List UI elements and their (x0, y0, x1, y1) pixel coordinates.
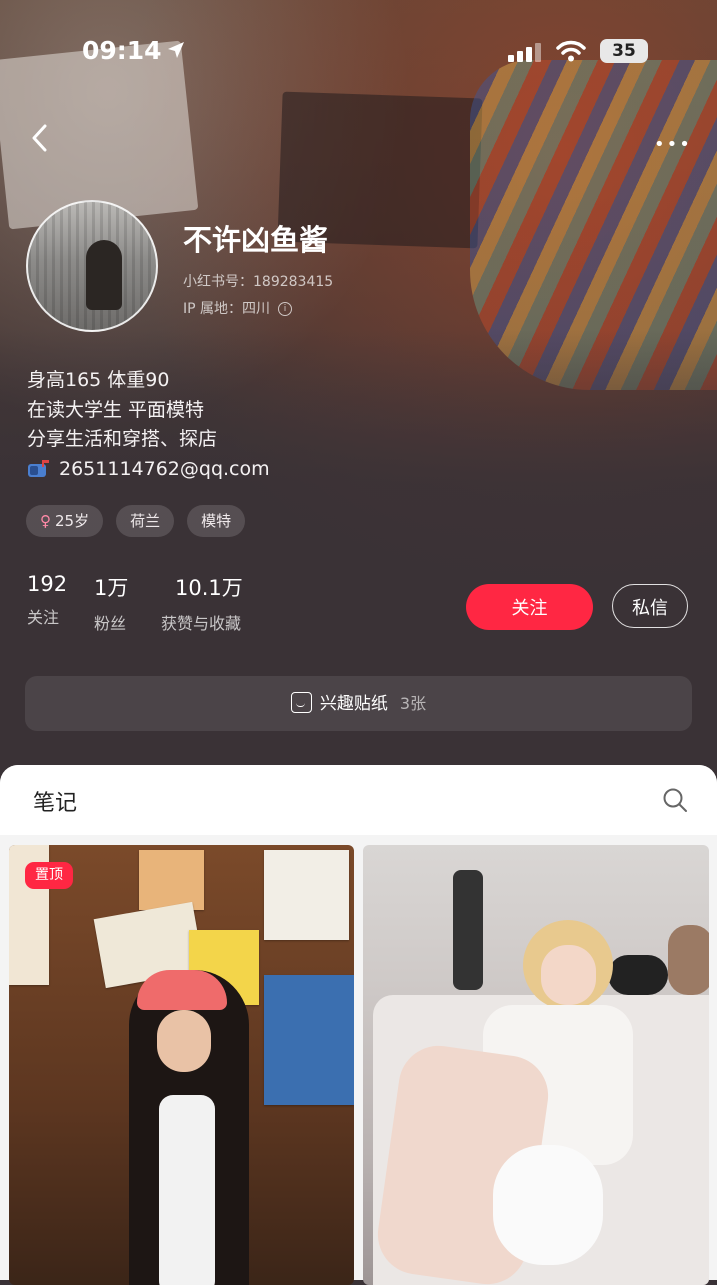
plush-toy (668, 925, 709, 995)
wall-poster (264, 975, 354, 1105)
wall-poster (139, 850, 204, 910)
wall-poster (264, 850, 349, 940)
tag-location: 荷兰 (116, 505, 175, 537)
info-icon[interactable]: i (278, 302, 293, 316)
email-text: 2651114762@qq.com (59, 457, 270, 480)
back-chevron-icon[interactable] (28, 122, 52, 154)
lamp (453, 870, 483, 990)
cat-plush (493, 1145, 603, 1265)
signal-icon (508, 43, 541, 62)
avatar-figure (86, 240, 122, 310)
location-arrow-icon (168, 42, 184, 58)
follow-button[interactable]: 关注 (466, 584, 593, 630)
person-hat (137, 970, 227, 1010)
mailbox-icon (28, 459, 49, 477)
bio-email-line: 2651114762@qq.com (27, 455, 270, 485)
notes-header: 笔记 (0, 765, 717, 835)
search-icon[interactable] (662, 787, 688, 813)
pinned-badge: 置顶 (25, 862, 73, 889)
person-face (541, 945, 596, 1005)
notes-panel: 笔记 置顶 (0, 765, 717, 1285)
stat-label: 粉丝 (94, 614, 127, 633)
bio-line: 身高165 体重90 (27, 369, 170, 391)
female-icon: ♀ (40, 512, 51, 530)
person-top (159, 1095, 215, 1285)
tag-gender-age: ♀ 25岁 (26, 505, 104, 537)
tab-notes[interactable]: 笔记 (33, 785, 77, 817)
bio-line: 分享生活和穿搭、探店 (27, 428, 218, 450)
stickers-label: 兴趣贴纸 (319, 694, 388, 714)
tag-age-text: 25岁 (55, 512, 90, 530)
profile-bio: 身高165 体重90 在读大学生 平面模特 分享生活和穿搭、探店 2651114… (27, 366, 270, 484)
stat-followers[interactable]: 1万 粉丝 (94, 572, 128, 634)
stat-value: 10.1万 (175, 576, 243, 600)
note-card[interactable] (363, 845, 709, 1285)
message-button[interactable]: 私信 (612, 584, 688, 628)
wifi-icon (556, 40, 586, 62)
bio-line: 在读大学生 平面模特 (27, 398, 205, 421)
profile-name: 不许凶鱼酱 (183, 223, 329, 257)
ip-location-text: IP 属地：四川 (183, 301, 271, 317)
note-card[interactable]: 置顶 (9, 845, 354, 1285)
profile-ip-location: IP 属地：四川 i (183, 298, 293, 318)
tag-occupation: 模特 (187, 505, 246, 537)
stat-value: 192 (27, 572, 68, 596)
profile-id: 小红书号：189283415 (183, 274, 334, 290)
avatar[interactable] (26, 200, 158, 332)
person-face (157, 1010, 211, 1072)
plush-toy (608, 955, 668, 995)
interest-stickers-bar[interactable]: 兴趣贴纸 3张 (25, 676, 692, 731)
stat-label: 获赞与收藏 (161, 614, 242, 633)
stat-following[interactable]: 192 关注 (27, 572, 67, 628)
stat-likes-collects[interactable]: 10.1万 获赞与收藏 (161, 572, 243, 634)
sticker-face-icon (290, 692, 312, 713)
stickers-count: 3张 (399, 694, 427, 713)
stat-value: 1万 (94, 576, 129, 600)
profile-tags: ♀ 25岁 荷兰 模特 (26, 505, 246, 537)
stat-label: 关注 (27, 608, 60, 627)
status-bar: 09:14 35 (0, 36, 717, 70)
status-time: 09:14 (82, 36, 162, 65)
more-options-icon[interactable]: ••• (654, 134, 692, 155)
battery-icon: 35 (600, 39, 648, 63)
